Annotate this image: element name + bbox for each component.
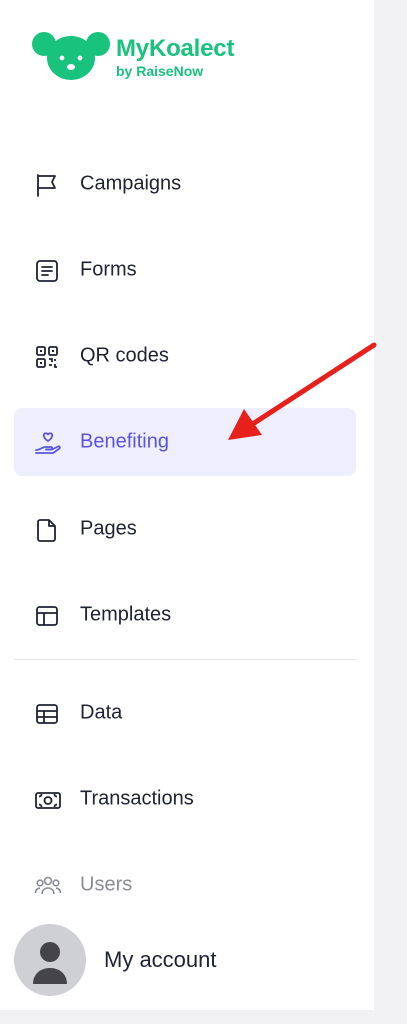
sidebar-item-users[interactable]: Users: [14, 851, 356, 919]
users-icon: [34, 873, 62, 899]
sidebar-divider: [14, 659, 356, 660]
sidebar-item-forms[interactable]: Forms: [14, 236, 356, 304]
sidebar-item-campaigns[interactable]: Campaigns: [14, 150, 356, 218]
sidebar-item-transactions[interactable]: Transactions: [14, 765, 356, 833]
table-icon: [34, 701, 60, 727]
sidebar-item-templates[interactable]: Templates: [14, 581, 356, 649]
sidebar-item-label: Pages: [80, 517, 137, 540]
sidebar-item-label: Data: [80, 701, 123, 724]
sidebar-item-label: Campaigns: [80, 172, 182, 195]
annotation-arrow-icon: [228, 342, 377, 440]
flag-icon: [34, 172, 60, 198]
sidebar-item-label: Templates: [80, 603, 172, 626]
my-account-button[interactable]: My account: [14, 922, 356, 998]
brand-logo[interactable]: MyKoalect by RaiseNow: [30, 30, 234, 90]
money-icon: [34, 787, 61, 813]
bottom-strip: [0, 1010, 374, 1024]
brand-name: MyKoalect: [116, 35, 235, 62]
form-icon: [34, 258, 60, 284]
user-avatar-icon: [14, 924, 86, 996]
sidebar-item-label: Benefiting: [80, 430, 169, 453]
page-icon: [34, 517, 60, 543]
sidebar: MyKoalect by RaiseNow Campaigns Forms QR…: [0, 0, 374, 1024]
qr-code-icon: [34, 344, 60, 370]
sidebar-item-label: Forms: [80, 258, 137, 281]
sidebar-item-data[interactable]: Data: [14, 679, 356, 747]
main-content-edge: [374, 0, 407, 1024]
brand-tagline: by RaiseNow: [116, 63, 204, 79]
template-icon: [34, 603, 60, 629]
sidebar-item-label: Users: [80, 873, 133, 896]
hand-heart-icon: [34, 430, 61, 456]
sidebar-item-label: Transactions: [80, 787, 194, 810]
my-account-label: My account: [104, 947, 217, 972]
koala-logo-icon: [30, 30, 112, 86]
sidebar-item-pages[interactable]: Pages: [14, 495, 356, 563]
sidebar-item-label: QR codes: [80, 344, 169, 367]
